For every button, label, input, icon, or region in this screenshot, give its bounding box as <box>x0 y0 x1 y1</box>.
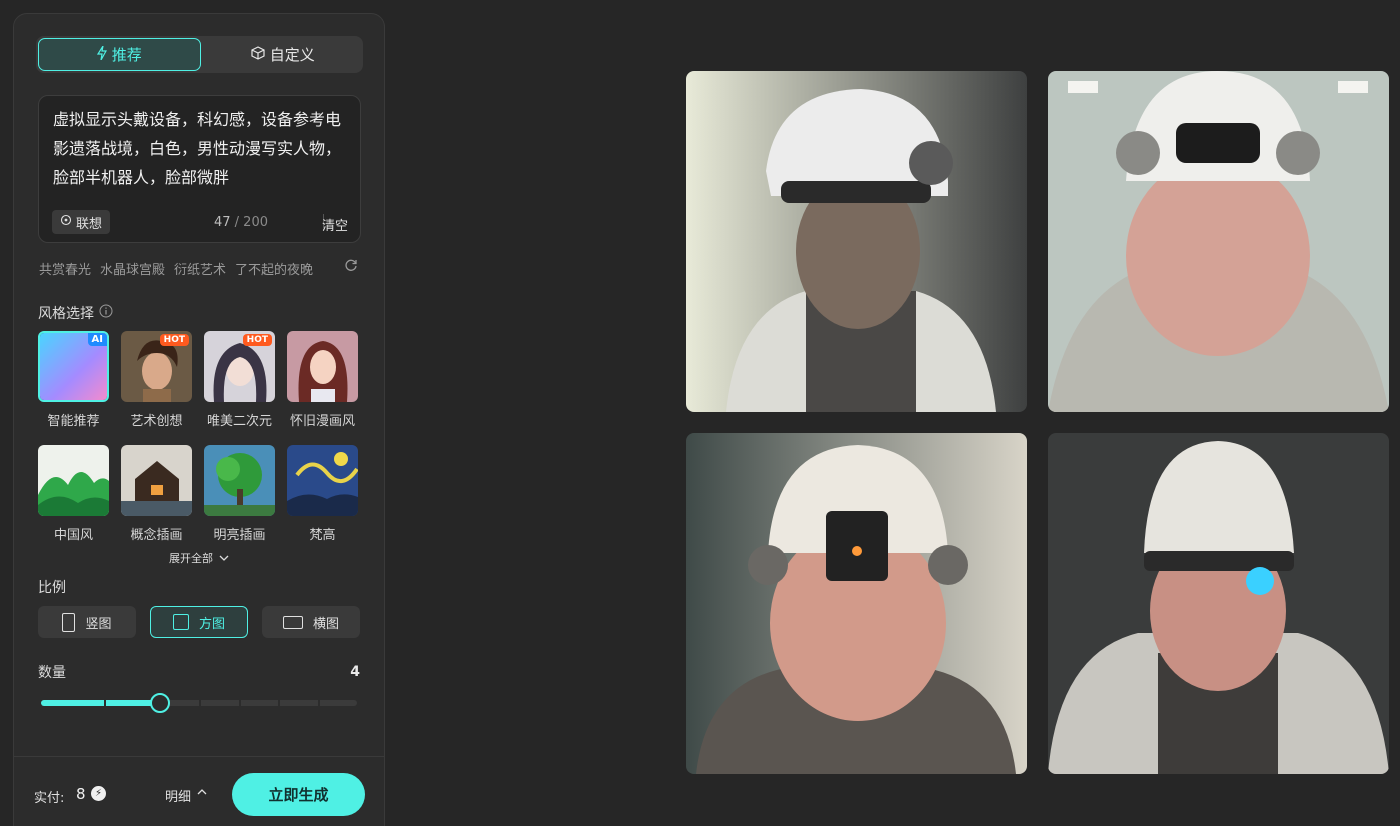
ratio-options: 竖图 方图 横图 <box>38 606 360 638</box>
style-thumb: AI <box>38 331 109 402</box>
pay-label: 实付: <box>34 791 65 806</box>
tab-recommend[interactable]: 推荐 <box>38 38 201 71</box>
detail-label: 明细 <box>165 790 192 805</box>
ratio-landscape-button[interactable]: 横图 <box>262 606 360 638</box>
cube-icon <box>251 45 265 64</box>
result-image-2[interactable] <box>1048 71 1389 412</box>
slider-tick <box>238 700 241 706</box>
settings-panel: 推荐 自定义 虚拟显示头戴设备，科幻感，设备参考电影遗落战境，白色，男性动漫写实… <box>13 13 385 826</box>
result-image-4[interactable] <box>1048 433 1389 774</box>
clear-button[interactable]: 清空 <box>322 215 348 234</box>
ratio-square-button[interactable]: 方图 <box>150 606 248 638</box>
slider-thumb[interactable] <box>149 693 170 713</box>
style-concept[interactable]: 概念插画 <box>121 445 192 543</box>
slider-tick <box>317 700 320 706</box>
style-section-title: 风格选择 <box>38 303 113 323</box>
prompt-input[interactable]: 虚拟显示头戴设备，科幻感，设备参考电影遗落战境，白色，男性动漫写实人物，脸部半机… <box>38 95 361 243</box>
style-thumb: HOT <box>204 331 275 402</box>
ratio-label: 竖图 <box>85 616 112 632</box>
char-counter: 47 / 200 <box>214 215 268 230</box>
landscape-icon <box>282 615 303 629</box>
style-art[interactable]: HOT 艺术创想 <box>121 331 192 429</box>
style-label: 中国风 <box>53 528 93 543</box>
style-label: 艺术创想 <box>130 414 183 429</box>
ratio-section-title: 比例 <box>38 580 66 596</box>
chevron-up-icon <box>197 786 207 805</box>
ratio-label: 方图 <box>198 616 225 632</box>
portrait-icon <box>62 612 76 632</box>
hot-badge: HOT <box>159 334 189 346</box>
slider-tick <box>199 700 201 706</box>
ratio-portrait-button[interactable]: 竖图 <box>38 606 136 638</box>
chevron-down-icon <box>219 552 229 565</box>
count-slider[interactable] <box>41 693 357 713</box>
footer-divider <box>14 756 384 757</box>
prompt-text[interactable]: 虚拟显示头戴设备，科幻感，设备参考电影遗落战境，白色，男性动漫写实人物，脸部半机… <box>53 105 353 192</box>
ratio-label: 横图 <box>312 616 339 632</box>
style-anime[interactable]: HOT 唯美二次元 <box>204 331 275 429</box>
tab-recommend-label: 推荐 <box>111 46 142 64</box>
style-thumb <box>38 445 109 516</box>
expand-all-button[interactable]: 展开全部 <box>169 550 229 566</box>
count-section-title: 数量 <box>38 665 66 681</box>
ai-badge: AI <box>87 333 107 346</box>
result-image-1[interactable] <box>686 71 1027 412</box>
suggestion-item[interactable]: 了不起的夜晚 <box>235 259 313 279</box>
style-label: 智能推荐 <box>47 414 100 429</box>
style-grid: AI 智能推荐 HOT 艺术创想 HOT 唯美二次元 怀旧漫画风 中国风 概念插… <box>38 331 362 543</box>
style-chinese[interactable]: 中国风 <box>38 445 109 543</box>
hot-badge: HOT <box>242 334 272 346</box>
style-title-label: 风格选择 <box>38 306 94 322</box>
suggestion-item[interactable]: 衍纸艺术 <box>174 259 226 279</box>
tab-custom-label: 自定义 <box>269 46 315 64</box>
info-icon[interactable] <box>99 304 113 322</box>
suggestion-item[interactable]: 水晶球宫殿 <box>100 259 165 279</box>
slider-tick <box>104 700 107 706</box>
slider-fill <box>41 700 160 706</box>
char-max: / 200 <box>234 215 268 230</box>
slider-tick <box>278 700 280 706</box>
style-van-gogh[interactable]: 梵高 <box>287 445 358 543</box>
style-thumb <box>287 331 358 402</box>
style-label: 唯美二次元 <box>206 414 272 429</box>
pay-value: 8 <box>76 785 86 803</box>
result-image-3[interactable] <box>686 433 1027 774</box>
tab-custom[interactable]: 自定义 <box>203 36 364 73</box>
style-label: 梵高 <box>309 528 336 543</box>
style-thumb: HOT <box>121 331 192 402</box>
char-count: 47 <box>213 215 231 230</box>
square-icon <box>172 614 189 630</box>
style-thumb <box>121 445 192 516</box>
mode-tabs: 推荐 自定义 <box>36 36 363 73</box>
refresh-icon[interactable] <box>344 258 358 276</box>
style-label: 明亮插画 <box>213 528 266 543</box>
lianxiang-button[interactable]: 联想 <box>52 210 111 234</box>
sparkle-icon <box>60 214 72 230</box>
style-retro-comic[interactable]: 怀旧漫画风 <box>287 331 358 429</box>
count-value: 4 <box>350 664 360 680</box>
expand-all-label: 展开全部 <box>169 552 213 565</box>
coin-icon: ⚡ <box>91 786 106 801</box>
suggestion-list: 共赏春光 水晶球宫殿 衍纸艺术 了不起的夜晚 <box>39 259 364 279</box>
style-label: 概念插画 <box>130 528 183 543</box>
generate-button[interactable]: 立即生成 <box>232 773 365 816</box>
style-label: 怀旧漫画风 <box>289 414 355 429</box>
lianxiang-label: 联想 <box>76 216 103 232</box>
suggestion-item[interactable]: 共赏春光 <box>39 259 91 279</box>
style-smart[interactable]: AI 智能推荐 <box>38 331 109 429</box>
style-thumb <box>204 445 275 516</box>
style-thumb <box>287 445 358 516</box>
style-bright[interactable]: 明亮插画 <box>204 445 275 543</box>
lightning-icon <box>96 45 107 64</box>
detail-button[interactable]: 明细 <box>165 786 207 805</box>
